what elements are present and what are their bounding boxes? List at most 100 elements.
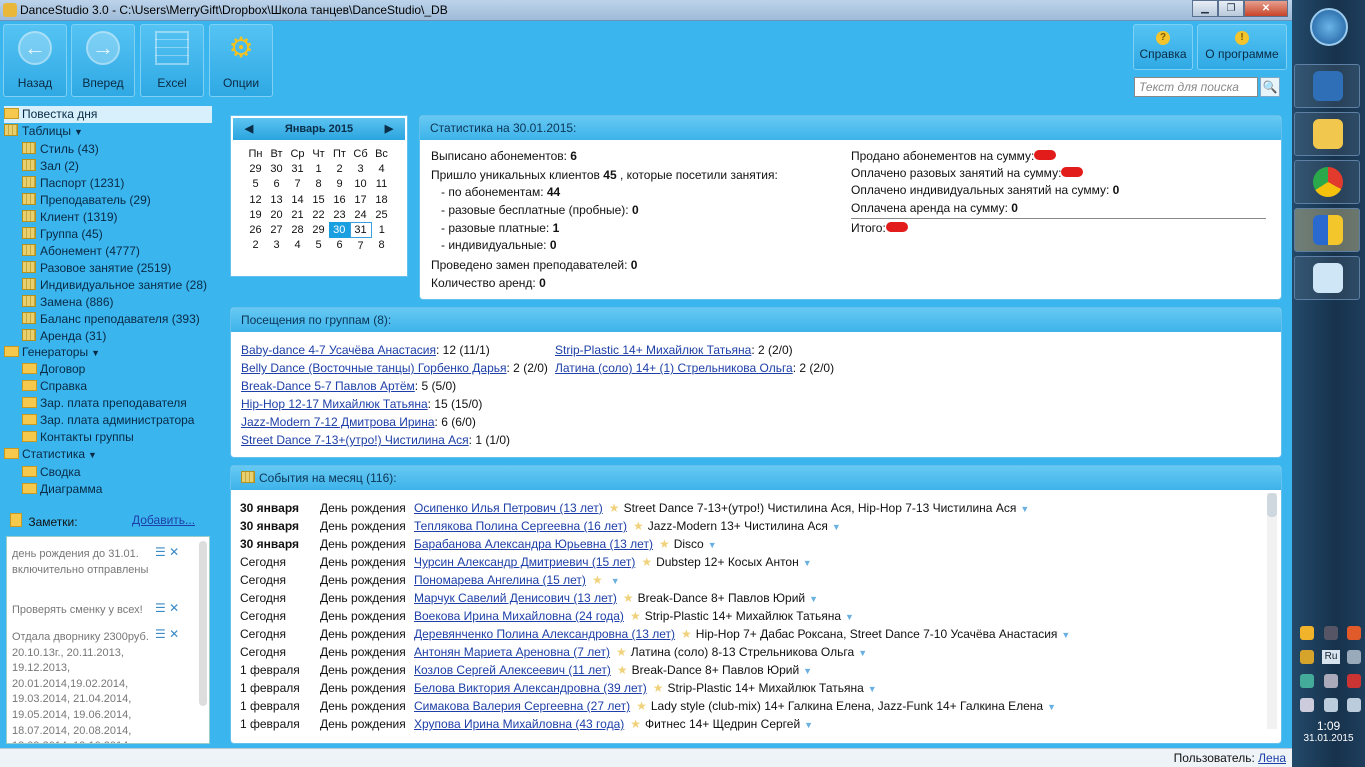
calendar-day[interactable]: 2 [245,238,266,253]
calendar-day[interactable]: 13 [266,192,287,207]
sidebar-item[interactable]: Клиент (1319) [22,209,118,226]
sidebar-item[interactable]: Индивидуальное занятие (28) [22,277,207,294]
tray-icon[interactable] [1347,650,1361,664]
calendar-day[interactable]: 29 [308,222,329,237]
tray-icon[interactable] [1300,626,1314,640]
calendar-day[interactable]: 19 [245,207,266,222]
tray-icon[interactable] [1347,674,1361,688]
calendar-day[interactable]: 22 [308,207,329,222]
taskbar-dancestudio[interactable] [1294,64,1360,108]
calendar-day[interactable]: 12 [245,192,266,207]
client-link[interactable]: Воекова Ирина Михайловна (24 года) [414,609,624,623]
clock[interactable]: 1:09 31.01.2015 [1292,719,1365,744]
delete-icon[interactable]: ✕ [169,601,179,615]
sidebar-item[interactable]: Баланс преподавателя (393) [22,311,200,328]
group-link[interactable]: Street Dance 7-13+(утро!) Чистилина Ася [241,433,469,447]
client-link[interactable]: Теплякова Полина Сергеевна (16 лет) [414,519,627,533]
calendar-day[interactable]: 24 [350,207,371,222]
chevron-down-icon[interactable]: ▼ [708,540,717,550]
calendar-day[interactable]: 6 [266,177,287,192]
client-link[interactable]: Марчук Савелий Денисович (13 лет) [414,591,617,605]
calendar-day[interactable]: 21 [287,207,308,222]
sidebar-item[interactable]: Паспорт (1231) [22,175,124,192]
tray-icon[interactable] [1324,626,1338,640]
client-link[interactable]: Козлов Сергей Алексеевич (11 лет) [414,663,611,677]
prev-month-button[interactable]: ◀ [239,118,259,140]
note-item[interactable]: день рождения до 31.01. включительно отп… [12,547,162,578]
calendar-day[interactable]: 31 [287,161,308,176]
chevron-down-icon[interactable]: ▼ [858,648,867,658]
group-link[interactable]: Strip-Plastic 14+ Михайлюк Татьяна [555,343,751,357]
forward-button[interactable]: → Вперед [71,24,135,97]
tray-icon[interactable] [1300,674,1314,688]
tray-icon[interactable] [1347,626,1361,640]
chevron-down-icon[interactable]: ▼ [803,666,812,676]
excel-button[interactable]: Excel [140,24,204,97]
calendar-day[interactable]: 11 [371,177,392,192]
client-link[interactable]: Осипенко Илья Петрович (13 лет) [414,501,603,515]
close-button[interactable]: ✕ [1244,0,1288,17]
calendar-day[interactable]: 30 [266,161,287,176]
calendar-day[interactable]: 23 [329,207,350,222]
about-button[interactable]: ! О программе [1197,24,1287,70]
chevron-down-icon[interactable]: ▼ [832,522,841,532]
calendar-day[interactable]: 20 [266,207,287,222]
back-button[interactable]: ← Назад [3,24,67,97]
calendar-day[interactable]: 8 [308,177,329,192]
note-menu-icon[interactable]: ☰ ✕ [155,627,179,641]
calendar-day[interactable]: 1 [371,222,392,237]
taskbar-explorer[interactable] [1294,112,1360,156]
sidebar-group-generators[interactable]: Генераторы ▼ [4,344,100,361]
maximize-button[interactable]: ❐ [1218,0,1244,17]
calendar-day[interactable]: 5 [308,238,329,253]
sidebar-item[interactable]: Преподаватель (29) [22,192,151,209]
calendar-day[interactable]: 7 [287,177,308,192]
chevron-down-icon[interactable]: ▼ [803,558,812,568]
calendar-day[interactable]: 5 [245,177,266,192]
taskbar-chrome[interactable] [1294,160,1360,204]
note-item[interactable]: Отдала дворнику 2300руб. 20.10.13г., 20.… [12,630,162,743]
sidebar-item[interactable]: Контакты группы [22,429,134,446]
calendar-day[interactable]: 16 [329,192,350,207]
calendar-day[interactable]: 26 [245,222,266,237]
tray-icon[interactable] [1300,698,1314,712]
language-indicator[interactable]: Ru [1322,650,1340,664]
calendar-day[interactable]: 29 [245,161,266,176]
volume-icon[interactable] [1347,698,1361,712]
chevron-down-icon[interactable]: ▼ [868,684,877,694]
sidebar-item[interactable]: Сводка [22,464,81,481]
calendar-day[interactable]: 30 [329,222,350,238]
chevron-down-icon[interactable]: ▼ [809,594,818,604]
calendar-day[interactable]: 18 [371,192,392,207]
sidebar-item[interactable]: Диаграмма [22,481,102,498]
group-link[interactable]: Jazz-Modern 7-12 Дмитрова Ирина [241,415,435,429]
chevron-down-icon[interactable]: ▼ [611,576,620,586]
start-button[interactable] [1310,8,1348,46]
chevron-down-icon[interactable]: ▼ [1061,630,1070,640]
calendar-day[interactable]: 10 [350,177,371,192]
calendar-day[interactable]: 8 [371,238,392,253]
client-link[interactable]: Чурсин Александр Дмитриевич (15 лет) [414,555,635,569]
options-button[interactable]: ⚙ Опции [209,24,273,97]
calendar-day[interactable]: 27 [266,222,287,237]
chevron-down-icon[interactable]: ▼ [1020,504,1029,514]
delete-icon[interactable]: ✕ [169,545,179,559]
taskbar-app[interactable] [1294,256,1360,300]
chevron-down-icon[interactable]: ▼ [804,720,813,730]
calendar-day[interactable]: 4 [371,161,392,176]
events-scrollbar[interactable] [1267,493,1277,729]
calendar-day[interactable]: 6 [329,238,350,253]
client-link[interactable]: Белова Виктория Александровна (39 лет) [414,681,647,695]
note-menu-icon[interactable]: ☰ ✕ [155,601,179,615]
group-link[interactable]: Belly Dance (Восточные танцы) Горбенко Д… [241,361,507,375]
sidebar-item[interactable]: Группа (45) [22,226,103,243]
calendar-day[interactable]: 3 [350,161,371,176]
tray-icon[interactable] [1324,674,1338,688]
client-link[interactable]: Барабанова Александра Юрьевна (13 лет) [414,537,653,551]
group-link[interactable]: Break-Dance 5-7 Павлов Артём [241,379,415,393]
calendar-day[interactable]: 2 [329,161,350,176]
notes-scrollbar[interactable] [199,541,207,706]
next-month-button[interactable]: ▶ [379,118,399,140]
minimize-button[interactable]: ▁ [1192,0,1218,17]
sidebar-item[interactable]: Зар. плата преподавателя [22,395,187,412]
